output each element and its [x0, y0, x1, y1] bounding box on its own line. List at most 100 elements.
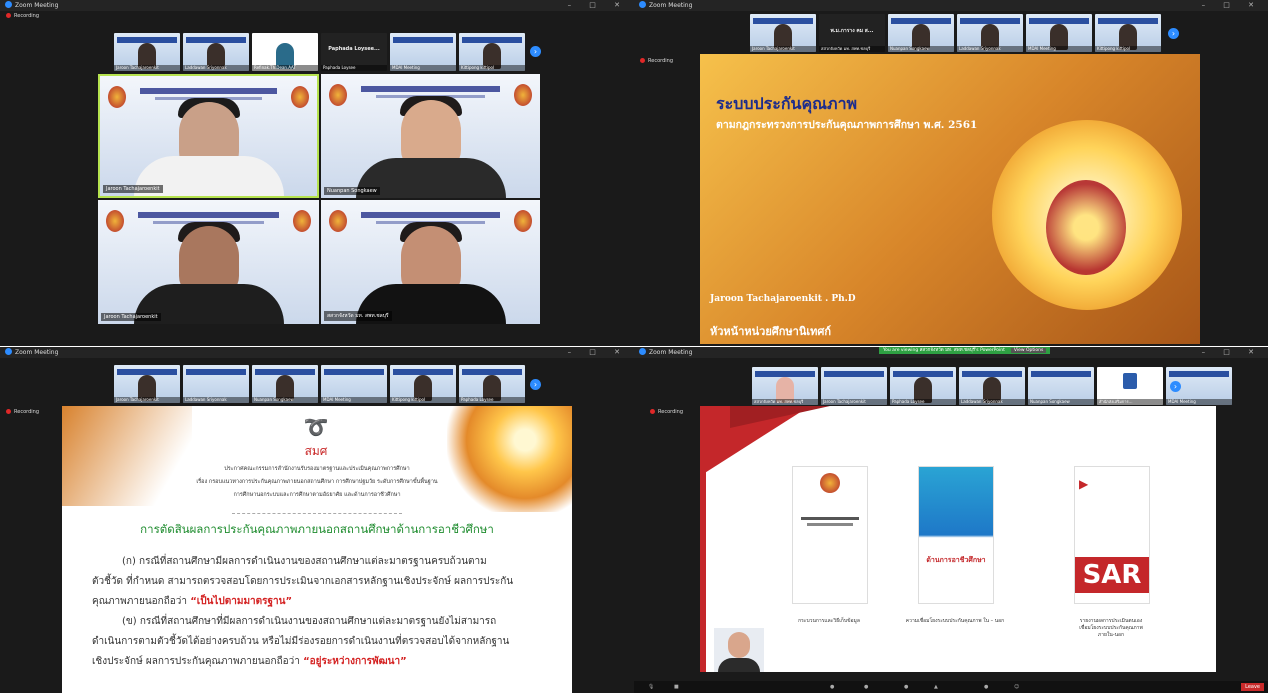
participant-thumb[interactable]: Jaroon Tachajaroenkit	[114, 33, 180, 71]
recording-label: Recording	[14, 13, 40, 19]
body-line: คุณภาพภายนอกถือว่า “เป็นไปตามมาตรฐาน”	[92, 596, 293, 607]
participant-thumb[interactable]: สสวกจังหวัด มท. สพท.ชลบุรี	[752, 367, 818, 405]
slide-heading: การตัดสินผลการประกันคุณภาพภายนอกสถานศึกษ…	[140, 522, 494, 536]
participant-thumb[interactable]: Laddawan Sriyonnak	[957, 14, 1023, 52]
video-icon[interactable]: ■	[674, 684, 679, 690]
participant-thumb[interactable]: Laddawan Sriyonnak	[183, 365, 249, 403]
window-controls[interactable]: – □ ✕	[1202, 347, 1262, 358]
record-dot-icon	[650, 409, 655, 414]
participant-thumb[interactable]: Kittipong kittipol	[459, 33, 525, 71]
participant-thumb[interactable]: Jaroon Tachajaroenkit	[114, 365, 180, 403]
caption: รายงานผลการประเมินตนเอง เชื่อมโยงระบบประก…	[1079, 618, 1143, 638]
window-controls[interactable]: – □ ✕	[1202, 0, 1262, 11]
presenter-video	[714, 628, 764, 672]
participant-strip: Jaroon Tachajaroenkit พ.ม.การาง คม ส... ส…	[750, 14, 1161, 52]
participant-strip: Jaroon Tachajaroenkit Laddawan Sriyonnak…	[114, 33, 525, 71]
next-page-arrow-icon[interactable]: ›	[1170, 381, 1181, 392]
recording-label: Recording	[14, 409, 40, 415]
slide-title: ระบบประกันคุณภาพ	[716, 94, 858, 113]
chat-icon[interactable]: ●	[904, 684, 908, 690]
participant-thumb[interactable]: พ.ม.การาง คม ส... สสวกจังหวัด มท. สพท.ชลบ…	[819, 14, 885, 52]
leave-button[interactable]: Leave	[1241, 683, 1264, 691]
participant-thumb[interactable]: Paphada Loysee	[890, 367, 956, 405]
participant-strip: Jaroon Tachajaroenkit Laddawan Sriyonnak…	[114, 365, 525, 403]
tile-name: Jaroon Tachajaroenkit	[103, 185, 163, 193]
presenter-role: หัวหน้าหน่วยศึกษานิเทศก์	[710, 325, 832, 338]
zoom-window-gallery: Zoom Meeting – □ ✕ Recording Jaroon Tacha…	[0, 0, 634, 346]
window-title: Zoom Meeting	[15, 349, 59, 356]
record-dot-icon	[640, 58, 645, 63]
participant-thumb[interactable]: Jaroon Tachajaroenkit	[750, 14, 816, 52]
participant-thumb[interactable]: Laddawan Sriyonnak	[183, 33, 249, 71]
participant-thumb[interactable]: Kittipong kittipol	[390, 365, 456, 403]
participant-thumb[interactable]: Nuanpan Songkaew	[888, 14, 954, 52]
record-icon[interactable]: ●	[984, 684, 988, 690]
body-line: ดำเนินการตามตัวชี้วัดได้อย่างครบถ้วน หรื…	[92, 636, 510, 647]
reactions-icon[interactable]: ☺	[1014, 684, 1019, 690]
participant-thumb[interactable]: Paphada Loysee... Paphada Loysee	[321, 33, 387, 71]
title-bar: Zoom Meeting – □ ✕	[634, 0, 1268, 11]
participant-thumb[interactable]: Nuanpan Songkaew	[1028, 367, 1094, 405]
recording-indicator: Recording	[650, 409, 683, 415]
window-controls[interactable]: – □ ✕	[568, 347, 628, 358]
presenter-name: Jaroon Tachajaroenkit . Ph.D	[710, 294, 856, 304]
recording-indicator: Recording	[640, 58, 673, 64]
next-page-arrow-icon[interactable]: ›	[530, 46, 541, 57]
participant-thumb[interactable]: MDAI Meeting	[321, 365, 387, 403]
video-tile[interactable]: Jaroon Tachajaroenkit	[98, 200, 319, 324]
window-title: Zoom Meeting	[649, 349, 693, 356]
zoom-window-share-3: Zoom Meeting – □ ✕ You are viewing สสวกจั…	[634, 347, 1268, 693]
window-title: Zoom Meeting	[15, 2, 59, 9]
share-status-bar: You are viewing สสวกจังหวัด มท. สพท.ชลบุ…	[879, 347, 1051, 354]
title-bar: Zoom Meeting – □ ✕	[0, 347, 634, 358]
tile-name: สสวกจังหวัด มท. สพท.ชลบุรี	[324, 311, 392, 321]
tile-name: Nuanpan Songkaew	[324, 187, 380, 195]
view-options-button[interactable]: View Options	[1010, 348, 1047, 353]
record-dot-icon	[6, 13, 11, 18]
recording-label: Recording	[648, 58, 674, 64]
recording-label: Recording	[658, 409, 684, 415]
participant-thumb[interactable]: สำนักส่งเสริมการ...	[1097, 367, 1163, 405]
share-screen-icon[interactable]: ▲	[934, 684, 938, 690]
record-dot-icon	[6, 409, 11, 414]
body-line: ตัวชี้วัด ที่กำหนด สามารถตรวจสอบโดยการปร…	[92, 576, 514, 587]
participants-icon[interactable]: ●	[864, 684, 868, 690]
onesqa-logo-icon: ➰	[303, 415, 329, 439]
tile-name: Jaroon Tachajaroenkit	[101, 313, 161, 321]
video-tile-active-speaker[interactable]: Jaroon Tachajaroenkit	[98, 74, 319, 198]
meeting-controls: 🎙 ■ ● ● ● ▲ ● ☺ Leave	[634, 681, 1268, 693]
announcement-line: การศึกษานอกระบบและการศึกษาตามอัธยาศัย แล…	[233, 492, 401, 498]
body-line: (ก) กรณีที่สถานศึกษามีผลการดำเนินงานของส…	[122, 556, 487, 567]
security-icon[interactable]: ●	[830, 684, 834, 690]
zoom-logo-icon	[639, 348, 646, 355]
participant-thumb[interactable]: Nuanpan Songkaew	[252, 365, 318, 403]
video-tile[interactable]: สสวกจังหวัด มท. สพท.ชลบุรี	[321, 200, 540, 324]
zoom-window-share-2: Zoom Meeting – □ ✕ Jaroon Tachajaroenkit …	[0, 347, 634, 693]
window-controls[interactable]: – □ ✕	[568, 0, 628, 11]
shared-slide: ด้านการอาชีวศึกษา ▶ SAR กระบวนการและวิธี…	[700, 406, 1216, 672]
caption: ความเชื่อมโยงระบบประกันคุณภาพ ใน – นอก	[905, 618, 1005, 624]
zoom-window-share-1: Zoom Meeting – □ ✕ Jaroon Tachajaroenkit …	[634, 0, 1268, 346]
participant-thumb[interactable]: Refinak.Th.Dean.AAT	[252, 33, 318, 71]
participant-thumb[interactable]: MDAI Meeting	[390, 33, 456, 71]
slide-subtitle: ตามกฎกระทรวงการประกันคุณภาพการศึกษา พ.ศ.…	[716, 119, 978, 131]
participant-thumb[interactable]: Paphada Loysee	[459, 365, 525, 403]
document-cover: ด้านการอาชีวศึกษา	[918, 466, 994, 604]
participant-thumb[interactable]: Kittipong kittipol	[1095, 14, 1161, 52]
recording-indicator: Recording	[6, 13, 39, 19]
participant-thumb[interactable]: MDAI Meeting	[1026, 14, 1092, 52]
participant-thumb[interactable]: Laddawan Sriyonnak	[959, 367, 1025, 405]
video-tile[interactable]: Nuanpan Songkaew	[321, 74, 540, 198]
document-cover: ▶ SAR	[1074, 466, 1150, 604]
announcement-line: เรื่อง กรอบแนวทางการประกันคุณภาพภายนอกสถ…	[196, 479, 438, 485]
announcement-line: ประกาศคณะกรรมการสำนักงานรับรองมาตรฐานและ…	[224, 466, 410, 472]
title-bar: Zoom Meeting – □ ✕	[0, 0, 634, 11]
participant-thumb[interactable]: Jaroon Tachajaroenkit	[821, 367, 887, 405]
mic-icon[interactable]: 🎙	[648, 684, 654, 690]
next-page-arrow-icon[interactable]: ›	[530, 379, 541, 390]
university-emblem	[1046, 180, 1126, 275]
participant-strip: สสวกจังหวัด มท. สพท.ชลบุรี Jaroon Tachaj…	[752, 367, 1232, 405]
shared-slide: ➰ สมศ ประกาศคณะกรรมการสำนักงานรับรองมาตร…	[62, 406, 572, 693]
document-cover	[792, 466, 868, 604]
next-page-arrow-icon[interactable]: ›	[1168, 28, 1179, 39]
